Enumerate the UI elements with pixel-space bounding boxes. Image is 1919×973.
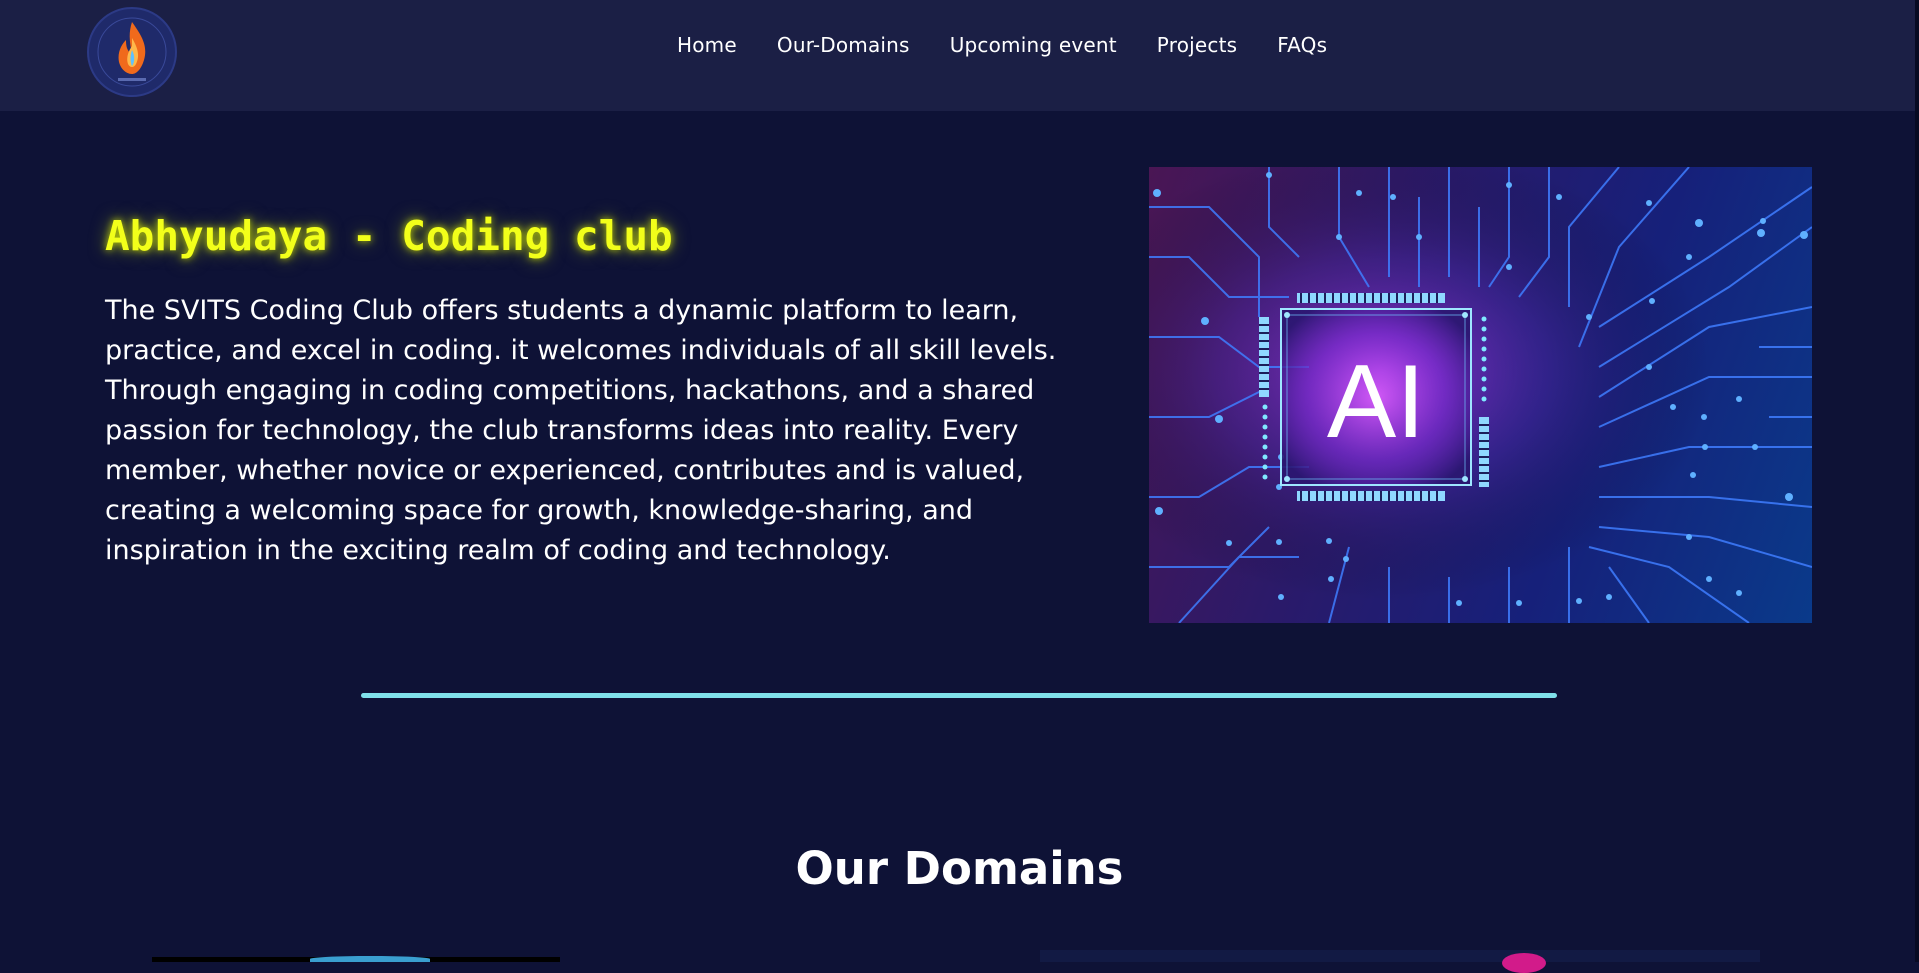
- domain-card-peek-right[interactable]: [1040, 950, 1760, 962]
- nav-projects[interactable]: Projects: [1157, 33, 1237, 57]
- hero-title: Abhyudaya - Coding club: [105, 212, 673, 260]
- nav-faqs[interactable]: FAQs: [1277, 33, 1327, 57]
- main-nav: Home Our-Domains Upcoming event Projects…: [677, 33, 1327, 57]
- page-scrollbar[interactable]: [1915, 0, 1919, 962]
- our-domains-heading: Our Domains: [795, 842, 1124, 895]
- top-navigation-bar: Home Our-Domains Upcoming event Projects…: [0, 0, 1919, 111]
- hero-description: The SVITS Coding Club offers students a …: [105, 295, 1057, 566]
- section-divider: [361, 693, 1557, 698]
- domain-card-right-accent: [1502, 953, 1546, 973]
- college-logo-icon[interactable]: [84, 4, 180, 100]
- ai-circuit-image: AI: [1149, 167, 1812, 623]
- nav-our-domains[interactable]: Our-Domains: [777, 33, 910, 57]
- nav-home[interactable]: Home: [677, 33, 737, 57]
- chip-ai-label: AI: [1327, 344, 1425, 460]
- nav-upcoming-event[interactable]: Upcoming event: [950, 33, 1117, 57]
- domain-card-left-accent: [310, 956, 430, 962]
